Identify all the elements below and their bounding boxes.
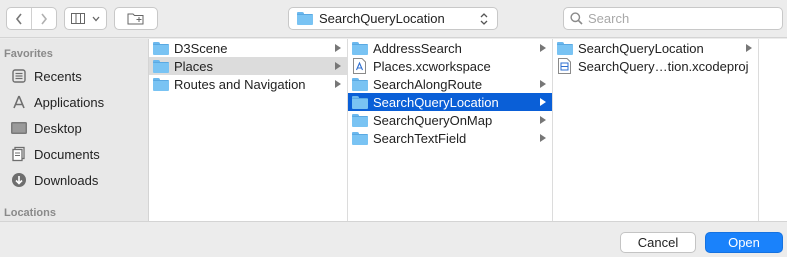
new-folder-button[interactable]	[114, 7, 158, 30]
view-mode-button[interactable]	[64, 7, 107, 30]
path-popup[interactable]: SearchQueryLocation	[288, 7, 498, 30]
item-name: SearchQueryLocation	[578, 40, 704, 56]
sidebar-heading-favorites: Favorites	[4, 48, 53, 60]
list-item[interactable]: SearchAlongRoute	[348, 75, 552, 93]
item-name: SearchTextField	[373, 130, 467, 146]
disclosure-arrow-icon	[537, 116, 549, 124]
toolbar: SearchQueryLocation	[0, 0, 787, 38]
folder-icon	[352, 77, 368, 91]
open-button[interactable]: Open	[705, 232, 783, 253]
folder-icon	[352, 95, 368, 109]
disclosure-arrow-icon	[537, 80, 549, 88]
chevron-down-icon	[92, 16, 100, 21]
downloads-icon	[10, 171, 28, 189]
item-name: Places.xcworkspace	[373, 58, 491, 74]
item-name: AddressSearch	[373, 40, 462, 56]
list-item[interactable]: Routes and Navigation	[149, 75, 347, 93]
disclosure-arrow-icon	[332, 44, 344, 52]
disclosure-arrow-icon	[537, 44, 549, 52]
list-item[interactable]: SearchQuery…tion.xcodeproj	[553, 57, 758, 75]
chevron-left-icon	[15, 13, 22, 24]
folder-icon	[153, 77, 169, 91]
search-input[interactable]	[588, 11, 778, 26]
item-name: SearchQueryOnMap	[373, 112, 493, 128]
search-field[interactable]	[563, 7, 783, 30]
xcodeproj-file-icon	[558, 58, 571, 74]
sidebar-item-documents[interactable]: Documents	[10, 142, 146, 166]
disclosure-arrow-icon	[332, 62, 344, 70]
item-name: SearchQueryLocation	[373, 94, 499, 110]
folder-icon	[153, 41, 169, 55]
disclosure-arrow-icon	[332, 80, 344, 88]
navigation-buttons	[6, 7, 57, 30]
updown-chevron-icon	[477, 12, 491, 26]
folder-icon	[352, 113, 368, 127]
documents-icon	[10, 145, 28, 163]
folder-icon	[352, 41, 368, 55]
browser-column-1: D3Scene Places Routes and Navigation	[149, 39, 348, 221]
item-name: Routes and Navigation	[174, 76, 306, 92]
disclosure-arrow-icon	[537, 134, 549, 142]
recents-icon	[10, 67, 28, 85]
sidebar-item-desktop[interactable]: Desktop	[10, 116, 146, 140]
disclosure-arrow-icon	[537, 98, 549, 106]
back-button[interactable]	[7, 8, 31, 29]
list-item[interactable]: Places.xcworkspace	[348, 57, 552, 75]
folder-icon	[297, 12, 313, 25]
sidebar-item-label: Downloads	[34, 172, 99, 188]
sidebar-item-label: Desktop	[34, 120, 82, 136]
list-item[interactable]: D3Scene	[149, 39, 347, 57]
item-name: D3Scene	[174, 40, 228, 56]
list-item[interactable]: Places	[149, 57, 347, 75]
folder-icon	[153, 59, 169, 73]
browser-column-4	[759, 39, 787, 221]
dialog-footer: Cancel Open	[0, 221, 787, 257]
disclosure-arrow-icon	[743, 44, 755, 52]
chevron-right-icon	[41, 13, 48, 24]
sidebar-item-applications[interactable]: Applications	[10, 90, 146, 114]
list-item[interactable]: SearchTextField	[348, 129, 552, 147]
item-name: SearchQuery…tion.xcodeproj	[578, 58, 749, 74]
sidebar-item-label: Recents	[34, 68, 82, 84]
desktop-icon	[10, 119, 28, 137]
sidebar-heading-locations: Locations	[4, 207, 56, 219]
cancel-button[interactable]: Cancel	[620, 232, 696, 253]
new-folder-icon	[127, 13, 144, 25]
search-icon	[570, 12, 583, 25]
sidebar-item-downloads[interactable]: Downloads	[10, 168, 146, 192]
forward-button[interactable]	[31, 8, 56, 29]
workspace-file-icon	[353, 58, 366, 74]
sidebar-item-label: Documents	[34, 146, 100, 162]
applications-icon	[10, 93, 28, 111]
item-name: SearchAlongRoute	[373, 76, 483, 92]
folder-icon	[352, 131, 368, 145]
browser-column-2: AddressSearch Places.xcworkspace SearchA…	[348, 39, 553, 221]
list-item[interactable]: SearchQueryLocation	[553, 39, 758, 57]
list-item[interactable]: SearchQueryOnMap	[348, 111, 552, 129]
folder-icon	[557, 41, 573, 55]
column-view-icon	[71, 12, 85, 24]
sidebar-item-recents[interactable]: Recents	[10, 64, 146, 88]
path-popup-label: SearchQueryLocation	[319, 11, 445, 26]
list-item[interactable]: AddressSearch	[348, 39, 552, 57]
item-name: Places	[174, 58, 214, 74]
browser-column-3: SearchQueryLocation SearchQuery…tion.xco…	[553, 39, 759, 221]
sidebar: Favorites Recents Applications Desktop D…	[0, 39, 149, 221]
sidebar-item-label: Applications	[34, 94, 105, 110]
list-item[interactable]: SearchQueryLocation	[348, 93, 552, 111]
